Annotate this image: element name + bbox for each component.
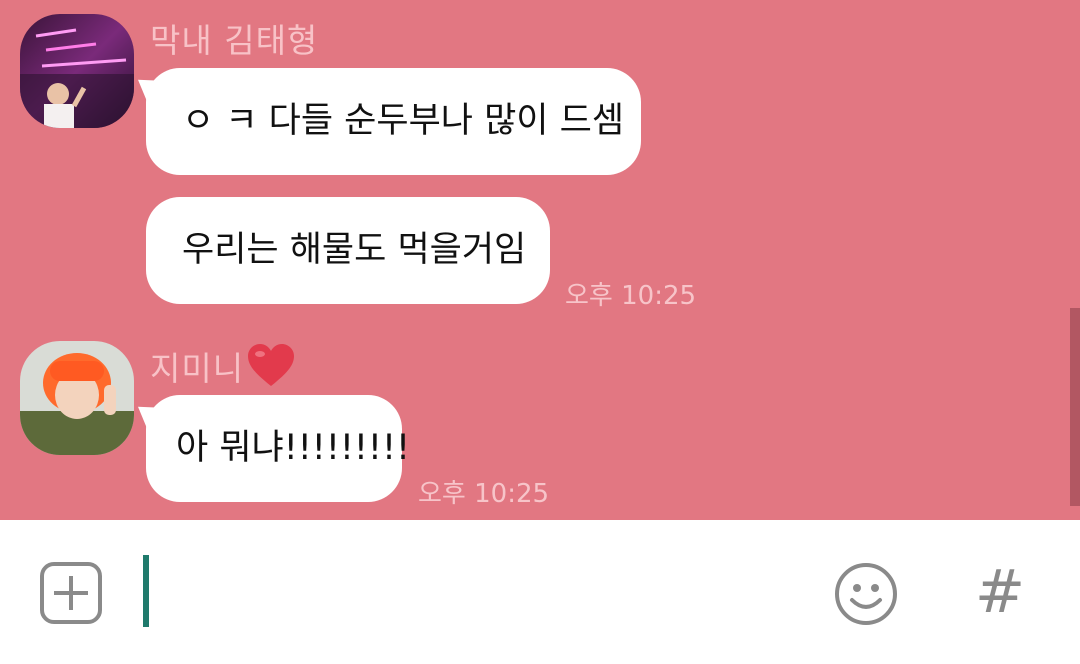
plus-box-icon: [54, 576, 88, 610]
heart-icon: [248, 344, 295, 386]
avatar-jimin[interactable]: [20, 341, 134, 455]
message-timestamp: 오후 10:25: [565, 281, 697, 311]
bubble-tail: [129, 68, 165, 104]
message-bubble[interactable]: 우리는 해물도 먹을거임: [146, 197, 550, 304]
sender-name: 지미니: [150, 342, 296, 390]
message-input-bar: #: [0, 520, 1080, 664]
scrollbar[interactable]: [1070, 308, 1080, 506]
neon-sign-avatar-icon: [20, 14, 134, 128]
bubble-tail: [129, 395, 165, 431]
message-bubble[interactable]: ㅇ ㅋ 다들 순두부나 많이 드셈: [129, 68, 641, 175]
smiley-icon: [835, 563, 897, 625]
chat-area[interactable]: 막내 김태형 ㅇ ㅋ 다들 순두부나 많이 드셈 우리는 해물도 먹을거임 오후…: [0, 0, 1080, 520]
message-text: 우리는 해물도 먹을거임: [182, 230, 527, 270]
attach-button[interactable]: [40, 562, 102, 624]
message-bubble[interactable]: 아 뭐냐!!!!!!!!!: [129, 395, 410, 502]
message-text: 아 뭐냐!!!!!!!!!: [176, 428, 411, 468]
message-input-field[interactable]: [143, 555, 149, 627]
message-timestamp: 오후 10:25: [418, 479, 550, 509]
message-text: ㅇ ㅋ 다들 순두부나 많이 드셈: [182, 101, 625, 141]
hashtag-button[interactable]: #: [970, 560, 1030, 624]
sender-name: 막내 김태형: [150, 21, 319, 60]
avatar-taehyung[interactable]: [20, 14, 134, 128]
emoji-button[interactable]: [834, 562, 898, 626]
orange-hair-avatar-icon: [20, 341, 134, 455]
